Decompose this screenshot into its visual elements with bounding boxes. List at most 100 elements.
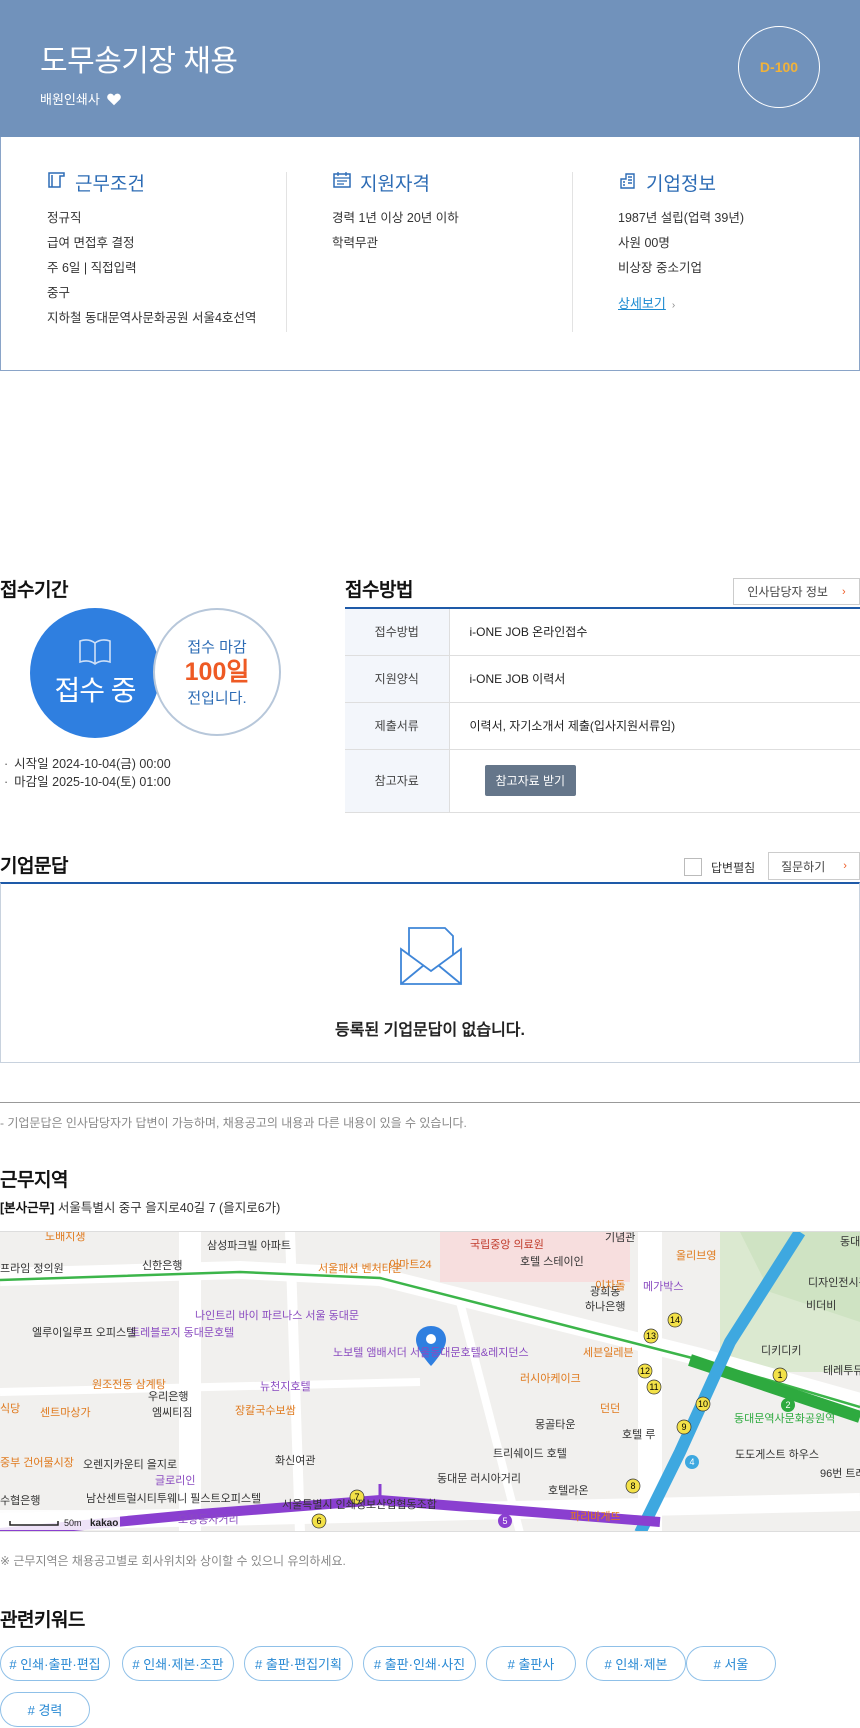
location-map[interactable]: 14 13 12 11 10 9 8 7 6 5 4 2 1 신한은행 삼성파크… <box>0 1231 860 1532</box>
qa-note: - 기업문답은 인사담당자가 답변이 가능하며, 채용공고의 내용과 다른 내용… <box>0 1116 467 1130</box>
heart-icon[interactable] <box>106 91 122 107</box>
map-label: 화신여관 <box>275 1454 315 1467</box>
address-tag: [본사근무] <box>0 1201 55 1215</box>
hr-contact-button[interactable]: 인사담당자 정보 › <box>733 578 860 605</box>
work-conditions-title: 근무조건 <box>75 174 145 195</box>
svg-text:4: 4 <box>689 1457 694 1467</box>
map-label: 96번 트레블러 <box>820 1467 860 1480</box>
map-label: 동대 <box>840 1235 860 1248</box>
keyword-tag[interactable]: # 출판·인쇄·사진 <box>363 1646 476 1681</box>
qa-title: 기업문답 <box>0 856 68 877</box>
location-title: 근무지역 <box>0 1170 68 1191</box>
map-label: 디키디키 <box>761 1344 801 1357</box>
company-info-title: 기업정보 <box>646 174 716 195</box>
work-conditions-heading: 근무조건 <box>47 169 287 196</box>
map-label: 오장동사거리 <box>178 1513 239 1526</box>
ask-question-button[interactable]: 질문하기 › <box>768 852 860 880</box>
map-label: 몽골타운 <box>535 1418 575 1431</box>
company-detail-link[interactable]: 상세보기 › <box>618 293 675 312</box>
svg-text:9: 9 <box>681 1422 686 1432</box>
company-name[interactable]: 배원인쇄사 <box>40 89 100 108</box>
expand-answers-checkbox[interactable] <box>684 858 702 876</box>
application-dates: 시작일 2024-10-04(금) 00:00 마감일 2025-10-04(토… <box>0 755 171 791</box>
map-label: 메가박스 <box>643 1280 683 1293</box>
row-value: i-ONE JOB 이력서 <box>449 655 860 703</box>
start-date: 시작일 2024-10-04(금) 00:00 <box>0 755 171 773</box>
status-badge: 접수 중 <box>30 608 160 738</box>
table-row: 지원양식 i-ONE JOB 이력서 <box>345 655 860 703</box>
svg-text:12: 12 <box>640 1366 650 1376</box>
map-label: 신한은행 <box>142 1259 182 1272</box>
job-title: 도무송기장 채용 <box>40 45 238 78</box>
map-label: 장칼국수보쌈 <box>235 1404 296 1417</box>
keyword-tag[interactable]: # 출판사 <box>486 1646 576 1681</box>
map-label: 호텔 루 <box>622 1428 655 1441</box>
map-label: 수협은행 <box>0 1494 40 1507</box>
keyword-tag[interactable]: # 인쇄·제본·조판 <box>122 1646 234 1681</box>
keyword-tag[interactable]: # 인쇄·제본 <box>586 1646 686 1681</box>
map-label: 오렌지카운티 을지로 <box>83 1458 177 1471</box>
map-label: 엠씨티짐 <box>152 1406 192 1419</box>
keyword-tag[interactable]: # 출판·편집기획 <box>244 1646 353 1681</box>
download-reference-button[interactable]: 참고자료 받기 <box>484 765 577 796</box>
chevron-right-icon: › <box>843 860 847 872</box>
map-label: 뉴천지호텔 <box>260 1379 311 1393</box>
qa-empty-message: 등록된 기업문답이 없습니다. <box>335 1022 525 1039</box>
map-label: 트레블로지 동대문호텔 <box>130 1326 234 1339</box>
svg-text:6: 6 <box>316 1516 321 1526</box>
expand-answers-toggle[interactable]: 답변펼침 <box>684 858 755 876</box>
briefcase-icon <box>47 170 67 196</box>
map-label: 올리브영 <box>676 1249 716 1262</box>
keyword-tag[interactable]: # 경력 <box>0 1692 90 1727</box>
map-label: 디자인전시관 <box>808 1276 860 1289</box>
map-label: 엘루이일루프 오피스텔 <box>32 1325 136 1339</box>
map-label: 하나은행 <box>585 1299 625 1313</box>
qualification-line: 학력무관 <box>332 236 379 250</box>
keyword-tag[interactable]: # 인쇄·출판·편집 <box>0 1646 110 1681</box>
map-note: ※ 근무지역은 채용공고별로 회사위치와 상이할 수 있으니 유의하세요. <box>0 1554 346 1568</box>
keyword-tag[interactable]: # 서울 <box>686 1646 776 1681</box>
svg-text:11: 11 <box>649 1382 658 1392</box>
chevron-right-icon: › <box>841 585 846 598</box>
ask-question-label: 질문하기 <box>781 859 826 874</box>
map-label: 글로리인 <box>155 1474 195 1487</box>
map-label: 프라임 정의원 <box>0 1262 64 1275</box>
qualification-line: 경력 1년 이상 20년 이하 <box>332 211 459 225</box>
map-label: 서울특별시 인쇄정보산업협동조합 <box>282 1498 437 1511</box>
svg-text:10: 10 <box>698 1399 708 1409</box>
deadline-suffix: 전입니다. <box>187 690 247 707</box>
deadline-label: 접수 마감 <box>187 639 247 656</box>
qualifications: 지원자격 경력 1년 이상 20년 이하 학력무관 <box>287 137 573 370</box>
map-canvas[interactable]: 14 13 12 11 10 9 8 7 6 5 4 2 1 신한은행 삼성파크… <box>0 1232 860 1532</box>
book-icon <box>78 637 112 665</box>
application-method-title: 접수방법 <box>345 580 413 601</box>
row-value: 이력서, 자기소개서 제출(입사지원서류임) <box>449 702 860 750</box>
map-label: 이차돌 <box>595 1279 625 1292</box>
condition-line: 정규직 <box>47 211 82 225</box>
map-label: 남산센트럴시티투웨니 필스트오피스텔 <box>86 1492 261 1505</box>
map-label: 노배지생 <box>45 1232 85 1243</box>
table-row: 접수방법 i-ONE JOB 온라인접수 <box>345 608 860 656</box>
end-date: 마감일 2025-10-04(토) 01:00 <box>0 773 171 791</box>
svg-text:5: 5 <box>502 1516 507 1526</box>
map-label: 식당 <box>0 1402 20 1415</box>
qualifications-heading: 지원자격 <box>332 169 573 196</box>
hr-contact-label: 인사담당자 정보 <box>747 585 828 599</box>
dday-badge: D-100 <box>738 26 820 108</box>
svg-text:14: 14 <box>670 1315 680 1325</box>
divider <box>0 1102 860 1103</box>
application-period-title: 접수기간 <box>0 580 68 601</box>
row-key: 제출서류 <box>345 702 450 750</box>
svg-text:8: 8 <box>630 1481 635 1491</box>
map-label: 서울패션 벤처타운 <box>318 1262 402 1275</box>
chevron-right-icon: › <box>671 300 676 311</box>
map-label: 나인트리 바이 파르나스 서울 동대문 <box>195 1309 359 1322</box>
address-text: 서울특별시 중구 을지로40길 7 (을지로6가) <box>57 1201 281 1215</box>
map-scale: 50m <box>64 1518 82 1528</box>
envelope-icon <box>400 927 462 985</box>
map-label: 국립중앙 의료원 <box>470 1238 544 1251</box>
svg-text:2: 2 <box>785 1400 790 1410</box>
row-value: i-ONE JOB 온라인접수 <box>449 608 860 656</box>
svg-text:13: 13 <box>646 1331 656 1341</box>
company-info: 기업정보 1987년 설립(업력 39년) 사원 00명 비상장 중소기업 상세… <box>573 137 859 370</box>
